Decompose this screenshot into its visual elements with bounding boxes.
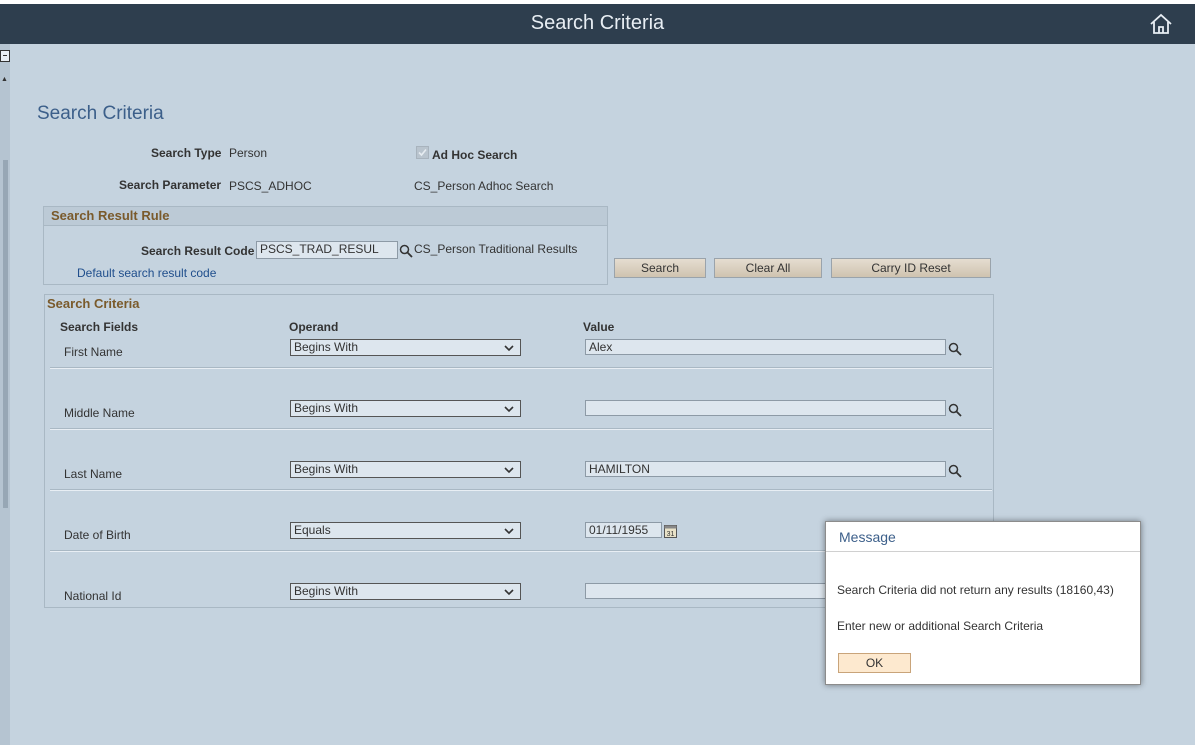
value-last-name-input[interactable]: HAMILTON (585, 461, 946, 477)
row-divider (50, 367, 992, 369)
chevron-down-icon (504, 345, 514, 352)
scrollbar-thumb[interactable] (3, 160, 8, 508)
search-result-rule-heading: Search Result Rule (44, 207, 607, 226)
chevron-down-icon (504, 589, 514, 596)
ad-hoc-label: Ad Hoc Search (432, 148, 518, 162)
message-divider (826, 551, 1140, 552)
default-search-result-link[interactable]: Default search result code (77, 266, 216, 280)
chevron-down-icon (504, 467, 514, 474)
operand-last-name[interactable]: Begins With (290, 461, 521, 478)
field-national-id: National Id (64, 589, 122, 603)
home-icon[interactable] (1149, 13, 1173, 35)
col-value: Value (583, 320, 615, 334)
operand-first-name[interactable]: Begins With (290, 339, 521, 356)
calendar-icon[interactable]: 31 (664, 524, 677, 538)
value-middle-name-input[interactable] (585, 400, 946, 416)
value-first-name-input[interactable]: Alex (585, 339, 946, 355)
message-title: Message (839, 529, 896, 545)
operand-first-name-value: Begins With (294, 340, 359, 354)
row-divider (50, 489, 992, 491)
search-result-code-input[interactable]: PSCS_TRAD_RESUL (256, 241, 398, 259)
row-divider (50, 428, 992, 430)
scroll-up-icon[interactable]: ▲ (1, 76, 8, 83)
carry-id-reset-button[interactable]: Carry ID Reset (831, 258, 991, 278)
operand-date-of-birth-value: Equals (294, 523, 331, 537)
field-middle-name: Middle Name (64, 406, 135, 420)
message-dialog: Message Search Criteria did not return a… (825, 521, 1141, 685)
top-bar: Search Criteria (0, 4, 1195, 44)
operand-middle-name[interactable]: Begins With (290, 400, 521, 417)
col-search-fields: Search Fields (60, 320, 139, 334)
operand-middle-name-value: Begins With (294, 401, 359, 415)
header-title: Search Criteria (530, 12, 665, 34)
svg-text:31: 31 (667, 531, 675, 538)
search-parameter-value: PSCS_ADHOC (229, 179, 312, 193)
search-button[interactable]: Search (614, 258, 706, 278)
message-line-2: Enter new or additional Search Criteria (837, 619, 1044, 633)
field-first-name: First Name (64, 345, 123, 359)
left-scroll-rail[interactable]: ▲ (0, 44, 10, 745)
clear-all-button[interactable]: Clear All (714, 258, 822, 278)
search-result-code-label: Search Result Code (141, 244, 255, 258)
search-criteria-heading: Search Criteria (45, 295, 993, 313)
last-name-lookup-icon[interactable] (948, 464, 962, 478)
operand-national-id-value: Begins With (294, 584, 359, 598)
middle-name-lookup-icon[interactable] (948, 403, 962, 417)
search-type-label: Search Type (151, 146, 222, 160)
message-line-1: Search Criteria did not return any resul… (837, 583, 1114, 597)
col-operand: Operand (289, 320, 339, 334)
field-last-name: Last Name (64, 467, 123, 481)
page-title: Search Criteria (37, 103, 164, 124)
search-type-value: Person (229, 146, 268, 160)
search-result-code-lookup-icon[interactable] (399, 244, 413, 258)
search-parameter-label: Search Parameter (119, 178, 222, 192)
field-date-of-birth: Date of Birth (64, 528, 131, 542)
ad-hoc-checkbox[interactable] (416, 146, 429, 159)
search-result-code-desc: CS_Person Traditional Results (414, 242, 578, 256)
search-parameter-desc: CS_Person Adhoc Search (414, 179, 554, 193)
operand-national-id[interactable]: Begins With (290, 583, 521, 600)
chevron-down-icon (504, 406, 514, 413)
ok-button[interactable]: OK (838, 653, 911, 673)
first-name-lookup-icon[interactable] (948, 342, 962, 356)
chevron-down-icon (504, 528, 514, 535)
collapse-icon[interactable] (0, 50, 10, 62)
operand-date-of-birth[interactable]: Equals (290, 522, 521, 539)
operand-last-name-value: Begins With (294, 462, 359, 476)
value-date-of-birth-input[interactable]: 01/11/1955 (585, 522, 662, 538)
